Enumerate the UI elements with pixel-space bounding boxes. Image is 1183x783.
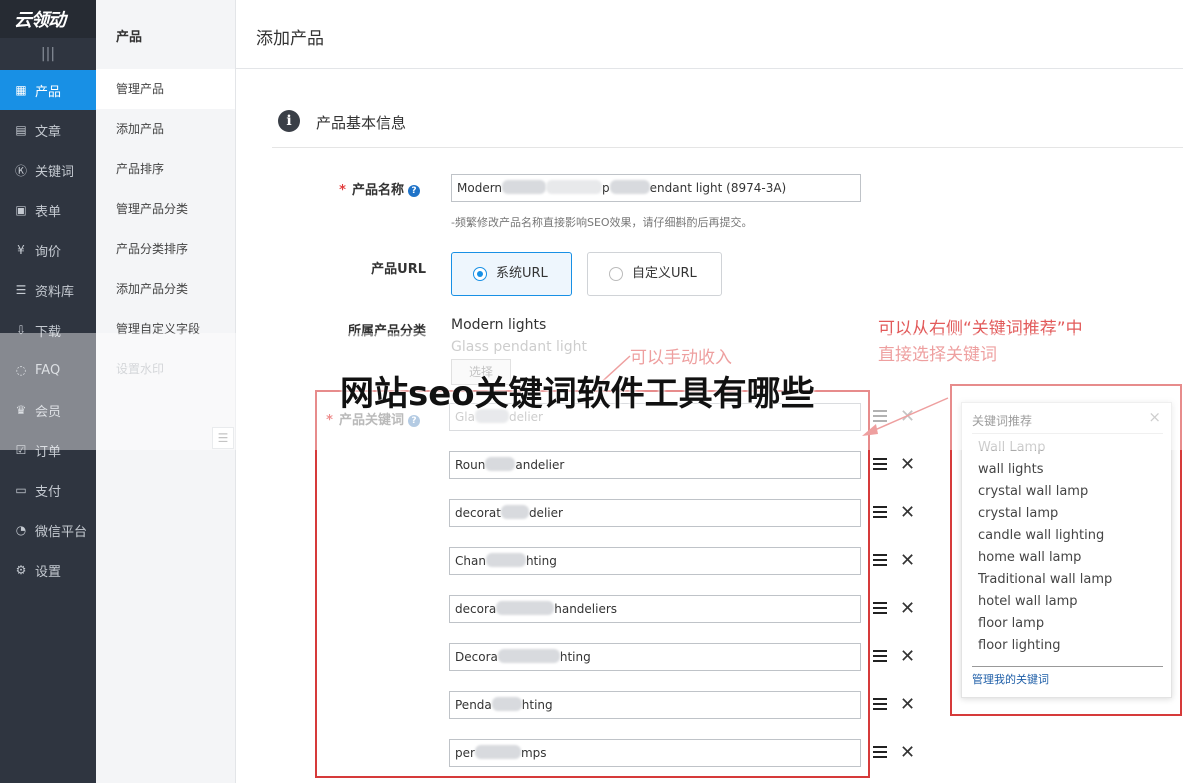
radio-dot-icon [609,267,623,281]
drag-handle-icon[interactable] [873,602,887,614]
product-url-label: 产品URL [371,262,426,277]
page-header: 添加产品 [236,0,1183,69]
drag-handle-icon[interactable] [873,746,887,758]
pay-icon: ▭ [15,483,27,497]
product-name-input[interactable]: Modern p endant light (8974-3A) [451,174,861,202]
drag-handle-icon[interactable] [873,554,887,566]
category-primary: Modern lights [451,317,547,333]
subnav-item-product-sort[interactable]: 产品排序 [96,149,235,189]
remove-keyword-icon[interactable]: ✕ [900,504,915,522]
section-title: 产品基本信息 [316,114,407,132]
remove-keyword-icon[interactable]: ✕ [900,456,915,474]
gear-icon: ⚙ [15,563,27,577]
remove-keyword-icon[interactable]: ✕ [900,648,915,666]
nav-item-settings[interactable]: ⚙ 设置 [0,550,96,590]
nav-item-keywords[interactable]: Ⓚ 关键词 [0,150,96,190]
product-name-label: * 产品名称? [280,179,420,198]
info-icon: i [278,110,300,132]
product-name-hint: -频繁修改产品名称直接影响SEO效果，请仔细斟酌后再提交。 [451,216,753,229]
page-title: 添加产品 [256,29,324,49]
remove-keyword-icon[interactable]: ✕ [900,552,915,570]
nav-item-wechat[interactable]: ◔ 微信平台 [0,510,96,550]
logo: 云领动 [0,0,96,38]
nav-item-products[interactable]: ▦ 产品 [0,70,96,110]
keyword-icon: Ⓚ [14,163,27,178]
drag-handle-icon[interactable] [873,698,887,710]
nav-item-library[interactable]: ☰ 资料库 [0,270,96,310]
subnav-title: 产品 [116,30,143,45]
nav-item-inquiry[interactable]: ¥ 询价 [0,230,96,270]
overlay-headline: 网站seo关键词软件工具有哪些 [340,374,815,414]
system-url-radio[interactable]: 系统URL [451,252,572,296]
subnav-item-add-product[interactable]: 添加产品 [96,109,235,149]
wechat-icon: ◔ [15,523,27,537]
subnav-item-add-category[interactable]: 添加产品分类 [96,269,235,309]
nav-item-articles[interactable]: ▤ 文章 [0,110,96,150]
nav-item-payment[interactable]: ▭ 支付 [0,470,96,510]
radio-dot-icon [473,267,487,281]
help-icon[interactable]: ? [408,185,420,197]
drag-handle-icon[interactable] [873,506,887,518]
remove-keyword-icon[interactable]: ✕ [900,600,915,618]
remove-keyword-icon[interactable]: ✕ [900,696,915,714]
article-icon: ▤ [15,123,27,137]
drag-handle-icon[interactable] [873,458,887,470]
subnav-item-manage-products[interactable]: 管理产品 [96,69,235,109]
remove-keyword-icon[interactable]: ✕ [900,744,915,762]
section-header: i 产品基本信息 [272,104,1183,148]
nav-item-forms[interactable]: ▣ 表单 [0,190,96,230]
collapse-menu-icon[interactable]: ||| [0,38,96,70]
subnav-item-category-sort[interactable]: 产品分类排序 [96,229,235,269]
subnav-item-manage-categories[interactable]: 管理产品分类 [96,189,235,229]
custom-url-radio[interactable]: 自定义URL [587,252,722,296]
grid-icon: ▦ [15,83,27,97]
library-icon: ☰ [15,283,27,297]
form-icon: ▣ [15,203,27,217]
drag-handle-icon[interactable] [873,650,887,662]
inquiry-icon: ¥ [17,243,25,257]
